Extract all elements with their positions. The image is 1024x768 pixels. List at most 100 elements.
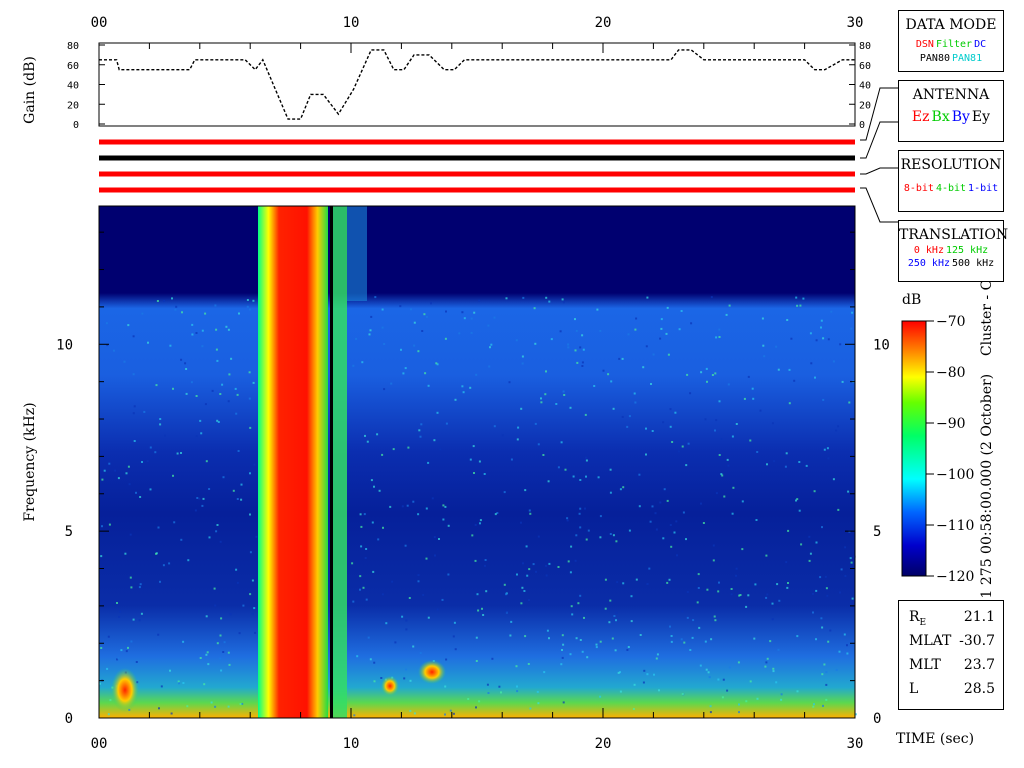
noise-speck (706, 588, 709, 591)
noise-speck (524, 635, 527, 638)
noise-speck (775, 681, 778, 684)
noise-speck (190, 381, 193, 384)
noise-speck (745, 700, 748, 703)
noise-speck (848, 401, 851, 404)
noise-speck (835, 429, 838, 432)
noise-speck (576, 361, 579, 364)
position-value: -30.7 (959, 633, 995, 649)
noise-speck (162, 564, 165, 567)
noise-speck (127, 324, 130, 327)
noise-speck (365, 598, 368, 601)
noise-speck (671, 441, 674, 443)
noise-speck (500, 691, 502, 694)
noise-speck (470, 317, 473, 320)
noise-speck (575, 637, 578, 640)
translation-item-b-0: 250 kHz (907, 258, 950, 269)
noise-speck (762, 344, 765, 347)
noise-speck (117, 477, 120, 480)
noise-speck (516, 573, 518, 576)
noise-speck (525, 545, 528, 548)
noise-speck (222, 651, 225, 653)
noise-speck (471, 534, 474, 537)
noise-speck (249, 426, 252, 429)
translation-title: TRANSLATION (899, 227, 1009, 243)
noise-speck (829, 629, 832, 632)
noise-speck (365, 548, 368, 550)
noise-speck (635, 578, 638, 581)
noise-speck (755, 519, 758, 521)
noise-speck (211, 389, 214, 392)
antenna-item-0: Ez (911, 109, 930, 125)
position-label: L (909, 681, 919, 697)
noise-speck (649, 520, 652, 523)
noise-speck (812, 611, 814, 614)
noise-speck (106, 667, 109, 670)
noise-speck (595, 646, 598, 649)
noise-speck (381, 308, 384, 311)
noise-speck (219, 657, 222, 660)
noise-speck (793, 379, 796, 382)
noise-speck (253, 607, 256, 610)
noise-speck (418, 429, 421, 432)
noise-speck (199, 657, 202, 659)
noise-speck (609, 533, 612, 535)
noise-speck (545, 296, 548, 299)
noise-speck (718, 454, 721, 456)
noise-speck (417, 574, 420, 577)
noise-speck (730, 593, 733, 596)
noise-speck (609, 599, 612, 602)
noise-speck (815, 638, 817, 641)
noise-speck (669, 524, 672, 526)
noise-speck (208, 536, 211, 539)
noise-speck (413, 321, 416, 324)
noise-speck (686, 616, 689, 619)
noise-speck (715, 336, 718, 339)
noise-speck (557, 566, 560, 568)
noise-speck (599, 329, 602, 332)
noise-speck (646, 673, 649, 676)
noise-speck (362, 586, 365, 589)
noise-speck (609, 491, 612, 494)
bottom-time-tick-label-1: 10 (343, 736, 360, 752)
noise-speck (743, 397, 746, 400)
status-line-1 (99, 155, 855, 161)
noise-speck (700, 502, 702, 505)
noise-speck (149, 446, 152, 449)
noise-speck (586, 656, 589, 659)
noise-speck (478, 460, 481, 463)
noise-speck (249, 513, 251, 516)
noise-speck (562, 301, 565, 304)
noise-speck (579, 507, 582, 510)
status-lines (99, 139, 855, 193)
noise-speck (431, 497, 434, 500)
noise-speck (251, 579, 254, 582)
noise-speck (352, 600, 355, 603)
noise-speck (619, 488, 622, 491)
noise-speck (786, 319, 789, 321)
noise-speck (830, 310, 833, 313)
noise-speck (127, 465, 130, 468)
noise-speck (835, 668, 838, 671)
noise-speck (503, 583, 506, 586)
noise-speck (745, 605, 748, 608)
noise-speck (741, 548, 744, 551)
noise-speck (621, 357, 624, 360)
noise-speck (477, 609, 480, 612)
noise-speck (682, 511, 685, 514)
noise-speck (351, 562, 354, 565)
noise-speck (735, 567, 738, 570)
noise-speck (532, 563, 535, 566)
noise-speck (570, 545, 573, 548)
noise-speck (255, 535, 258, 538)
noise-speck (483, 473, 486, 475)
noise-speck (248, 371, 251, 374)
chart-canvas: Gain (dB) 0 020 2040 4060 6080 80 00 10 20 30 (22, 15, 995, 752)
noise-speck (697, 573, 700, 576)
noise-speck (585, 459, 588, 462)
noise-speck (164, 434, 166, 437)
noise-speck (705, 668, 708, 671)
noise-speck (685, 538, 687, 541)
antenna-box: ANTENNA Ez Bx By Ey (898, 80, 1004, 142)
noise-speck (630, 620, 633, 623)
noise-speck (692, 619, 695, 622)
